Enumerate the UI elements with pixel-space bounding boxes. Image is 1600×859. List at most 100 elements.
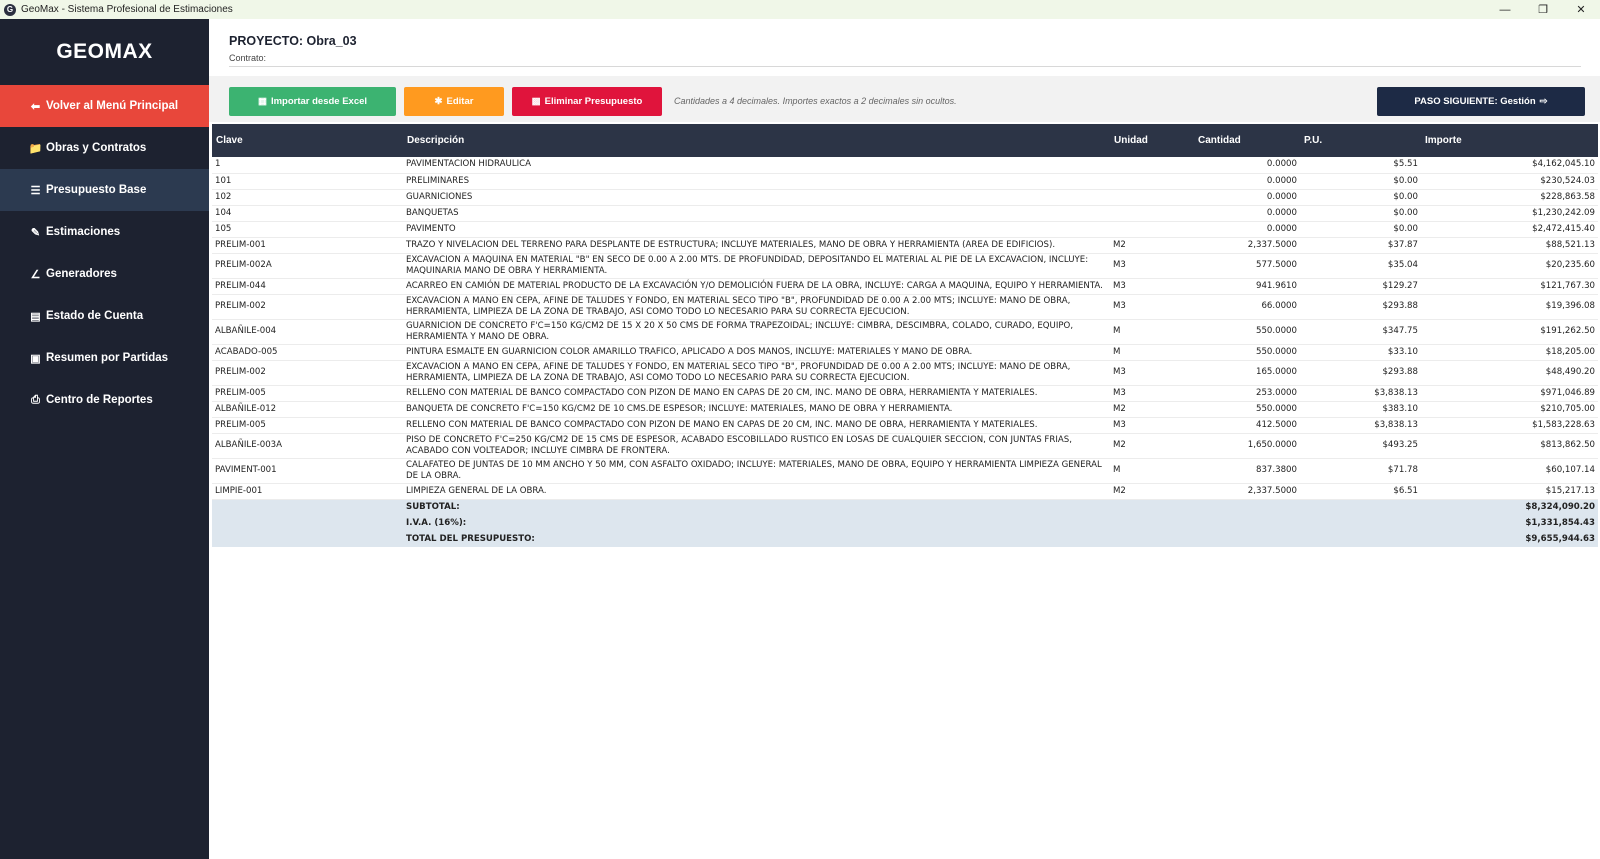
cell-pu: $5.51 bbox=[1300, 157, 1421, 174]
cell-importe: $1,583,228.63 bbox=[1421, 417, 1598, 434]
cell-descripcion: BANQUETA DE CONCRETO F'C=150 KG/CM2 DE 1… bbox=[403, 401, 1110, 418]
back-to-main-menu-button[interactable]: ⬅ Volver al Menú Principal bbox=[0, 85, 209, 127]
table-row[interactable]: 101 PRELIMINARES 0.0000 $0.00 $230,524.03 bbox=[212, 173, 1598, 190]
totals-value: $8,324,090.20 bbox=[1421, 499, 1598, 515]
cell-unidad bbox=[1110, 173, 1194, 190]
totals-label: I.V.A. (16%): bbox=[403, 515, 1110, 531]
cell-clave: PRELIM-001 bbox=[212, 237, 403, 254]
printer-icon: ⎙ bbox=[31, 393, 40, 406]
excel-icon: ▦ bbox=[257, 96, 267, 107]
sidebar-item-obras[interactable]: 📁 Obras y Contratos bbox=[0, 127, 209, 169]
cell-clave: ALBAÑILE-004 bbox=[212, 319, 403, 345]
totals-spacer bbox=[212, 531, 403, 547]
project-title: PROYECTO: Obra_03 bbox=[229, 34, 357, 48]
column-header-cantidad[interactable]: Cantidad bbox=[1194, 124, 1300, 157]
cell-unidad: M3 bbox=[1110, 417, 1194, 434]
edit-button[interactable]: ✱ Editar bbox=[404, 87, 504, 116]
back-button-label: Volver al Menú Principal bbox=[46, 100, 179, 112]
table-row[interactable]: PRELIM-044 ACARREO EN CAMIÓN DE MATERIAL … bbox=[212, 278, 1598, 295]
delete-budget-button[interactable]: ▩ Eliminar Presupuesto bbox=[512, 87, 662, 116]
totals-value: $9,655,944.63 bbox=[1421, 531, 1598, 547]
table-row[interactable]: ALBAÑILE-003A PISO DE CONCRETO F'C=250 KG… bbox=[212, 433, 1598, 459]
cell-importe: $191,262.50 bbox=[1421, 319, 1598, 345]
cell-unidad bbox=[1110, 189, 1194, 206]
cell-unidad bbox=[1110, 221, 1194, 238]
delete-label: Eliminar Presupuesto bbox=[544, 96, 643, 107]
table-row[interactable]: ALBAÑILE-012 BANQUETA DE CONCRETO F'C=150… bbox=[212, 401, 1598, 418]
sidebar-item-estado-cuenta[interactable]: ▤ Estado de Cuenta bbox=[0, 295, 209, 337]
table-row[interactable]: PRELIM-001 TRAZO Y NIVELACION DEL TERRENO… bbox=[212, 237, 1598, 254]
cell-importe: $813,862.50 bbox=[1421, 433, 1598, 459]
cell-importe: $228,863.58 bbox=[1421, 189, 1598, 206]
cell-importe: $971,046.89 bbox=[1421, 385, 1598, 402]
close-icon[interactable]: ✕ bbox=[1562, 0, 1600, 19]
cell-pu: $0.00 bbox=[1300, 189, 1421, 206]
table-row[interactable]: 105 PAVIMENTO 0.0000 $0.00 $2,472,415.40 bbox=[212, 221, 1598, 238]
column-header-unidad[interactable]: Unidad bbox=[1110, 124, 1194, 157]
cell-cantidad: 577.5000 bbox=[1194, 253, 1300, 279]
sidebar-item-resumen[interactable]: ▣ Resumen por Partidas bbox=[0, 337, 209, 379]
cell-cantidad: 412.5000 bbox=[1194, 417, 1300, 434]
cell-descripcion: PISO DE CONCRETO F'C=250 KG/CM2 DE 15 CM… bbox=[403, 433, 1110, 459]
cell-descripcion: TRAZO Y NIVELACION DEL TERRENO PARA DESP… bbox=[403, 237, 1110, 254]
sidebar-item-label: Generadores bbox=[46, 268, 117, 280]
cell-cantidad: 0.0000 bbox=[1194, 189, 1300, 206]
table-row[interactable]: ALBAÑILE-004 GUARNICION DE CONCRETO F'C=1… bbox=[212, 319, 1598, 345]
cell-descripcion: PINTURA ESMALTE EN GUARNICION COLOR AMAR… bbox=[403, 344, 1110, 361]
cell-importe: $20,235.60 bbox=[1421, 253, 1598, 279]
table-row[interactable]: PRELIM-002 EXCAVACION A MANO EN CEPA, AFI… bbox=[212, 294, 1598, 320]
cell-clave: PRELIM-002 bbox=[212, 294, 403, 320]
sidebar-item-presupuesto[interactable]: ☰ Presupuesto Base bbox=[0, 169, 209, 211]
table-row[interactable]: LIMPIE-001 LIMPIEZA GENERAL DE LA OBRA. M2… bbox=[212, 483, 1598, 500]
window-controls: — ❐ ✕ bbox=[1486, 0, 1600, 19]
totals-value: $1,331,854.43 bbox=[1421, 515, 1598, 531]
cell-cantidad: 0.0000 bbox=[1194, 221, 1300, 238]
cell-descripcion: PAVIMENTO bbox=[403, 221, 1110, 238]
table-row[interactable]: PRELIM-005 RELLENO CON MATERIAL DE BANCO … bbox=[212, 417, 1598, 434]
table-row[interactable]: 104 BANQUETAS 0.0000 $0.00 $1,230,242.09 bbox=[212, 205, 1598, 222]
import-excel-button[interactable]: ▦ Importar desde Excel bbox=[229, 87, 396, 116]
totals-row: SUBTOTAL: $8,324,090.20 bbox=[212, 499, 1598, 515]
cell-unidad: M bbox=[1110, 319, 1194, 345]
sidebar-item-generadores[interactable]: ∠ Generadores bbox=[0, 253, 209, 295]
cell-importe: $60,107.14 bbox=[1421, 458, 1598, 484]
cell-importe: $1,230,242.09 bbox=[1421, 205, 1598, 222]
cell-unidad: M3 bbox=[1110, 360, 1194, 386]
budget-table: Clave Descripción Unidad Cantidad P.U. I… bbox=[212, 124, 1598, 547]
cell-unidad: M2 bbox=[1110, 401, 1194, 418]
cell-pu: $129.27 bbox=[1300, 278, 1421, 295]
sidebar-item-estimaciones[interactable]: ✎ Estimaciones bbox=[0, 211, 209, 253]
cell-pu: $35.04 bbox=[1300, 253, 1421, 279]
cell-clave: PRELIM-044 bbox=[212, 278, 403, 295]
table-row[interactable]: PRELIM-005 RELLENO CON MATERIAL DE BANCO … bbox=[212, 385, 1598, 402]
cell-descripcion: BANQUETAS bbox=[403, 205, 1110, 222]
table-row[interactable]: 1 PAVIMENTACION HIDRAULICA 0.0000 $5.51 $4,1… bbox=[212, 157, 1598, 174]
cell-unidad: M bbox=[1110, 344, 1194, 361]
table-row[interactable]: ACABADO-005 PINTURA ESMALTE EN GUARNICION… bbox=[212, 344, 1598, 361]
table-row[interactable]: PAVIMENT-001 CALAFATEO DE JUNTAS DE 10 MM… bbox=[212, 458, 1598, 484]
cell-clave: PRELIM-002 bbox=[212, 360, 403, 386]
sidebar-item-label: Centro de Reportes bbox=[46, 394, 153, 406]
column-header-importe[interactable]: Importe bbox=[1421, 124, 1598, 157]
column-header-pu[interactable]: P.U. bbox=[1300, 124, 1421, 157]
cell-descripcion: CALAFATEO DE JUNTAS DE 10 MM ANCHO Y 50 … bbox=[403, 458, 1110, 484]
column-header-clave[interactable]: Clave bbox=[212, 124, 403, 157]
table-row[interactable]: PRELIM-002 EXCAVACION A MANO EN CEPA, AFI… bbox=[212, 360, 1598, 386]
sidebar-item-reportes[interactable]: ⎙ Centro de Reportes bbox=[0, 379, 209, 421]
cell-unidad: M3 bbox=[1110, 253, 1194, 279]
cell-descripcion: RELLENO CON MATERIAL DE BANCO COMPACTADO… bbox=[403, 417, 1110, 434]
cell-cantidad: 165.0000 bbox=[1194, 360, 1300, 386]
cell-pu: $3,838.13 bbox=[1300, 417, 1421, 434]
window-titlebar: G GeoMax - Sistema Profesional de Estima… bbox=[0, 0, 1600, 19]
minimize-icon[interactable]: — bbox=[1486, 0, 1524, 19]
cell-cantidad: 0.0000 bbox=[1194, 157, 1300, 174]
table-row[interactable]: 102 GUARNICIONES 0.0000 $0.00 $228,863.58 bbox=[212, 189, 1598, 206]
restore-icon[interactable]: ❐ bbox=[1524, 0, 1562, 19]
cell-clave: 1 bbox=[212, 157, 403, 174]
column-header-descripcion[interactable]: Descripción bbox=[403, 124, 1110, 157]
next-label: PASO SIGUIENTE: Gestión bbox=[1414, 96, 1536, 107]
table-row[interactable]: PRELIM-002A EXCAVACION A MAQUINA EN MATER… bbox=[212, 253, 1598, 279]
sidebar: GEOMAX ⬅ Volver al Menú Principal 📁 Obra… bbox=[0, 19, 209, 859]
cell-unidad: M3 bbox=[1110, 385, 1194, 402]
next-step-button[interactable]: PASO SIGUIENTE: Gestión ⇨ bbox=[1377, 87, 1585, 116]
